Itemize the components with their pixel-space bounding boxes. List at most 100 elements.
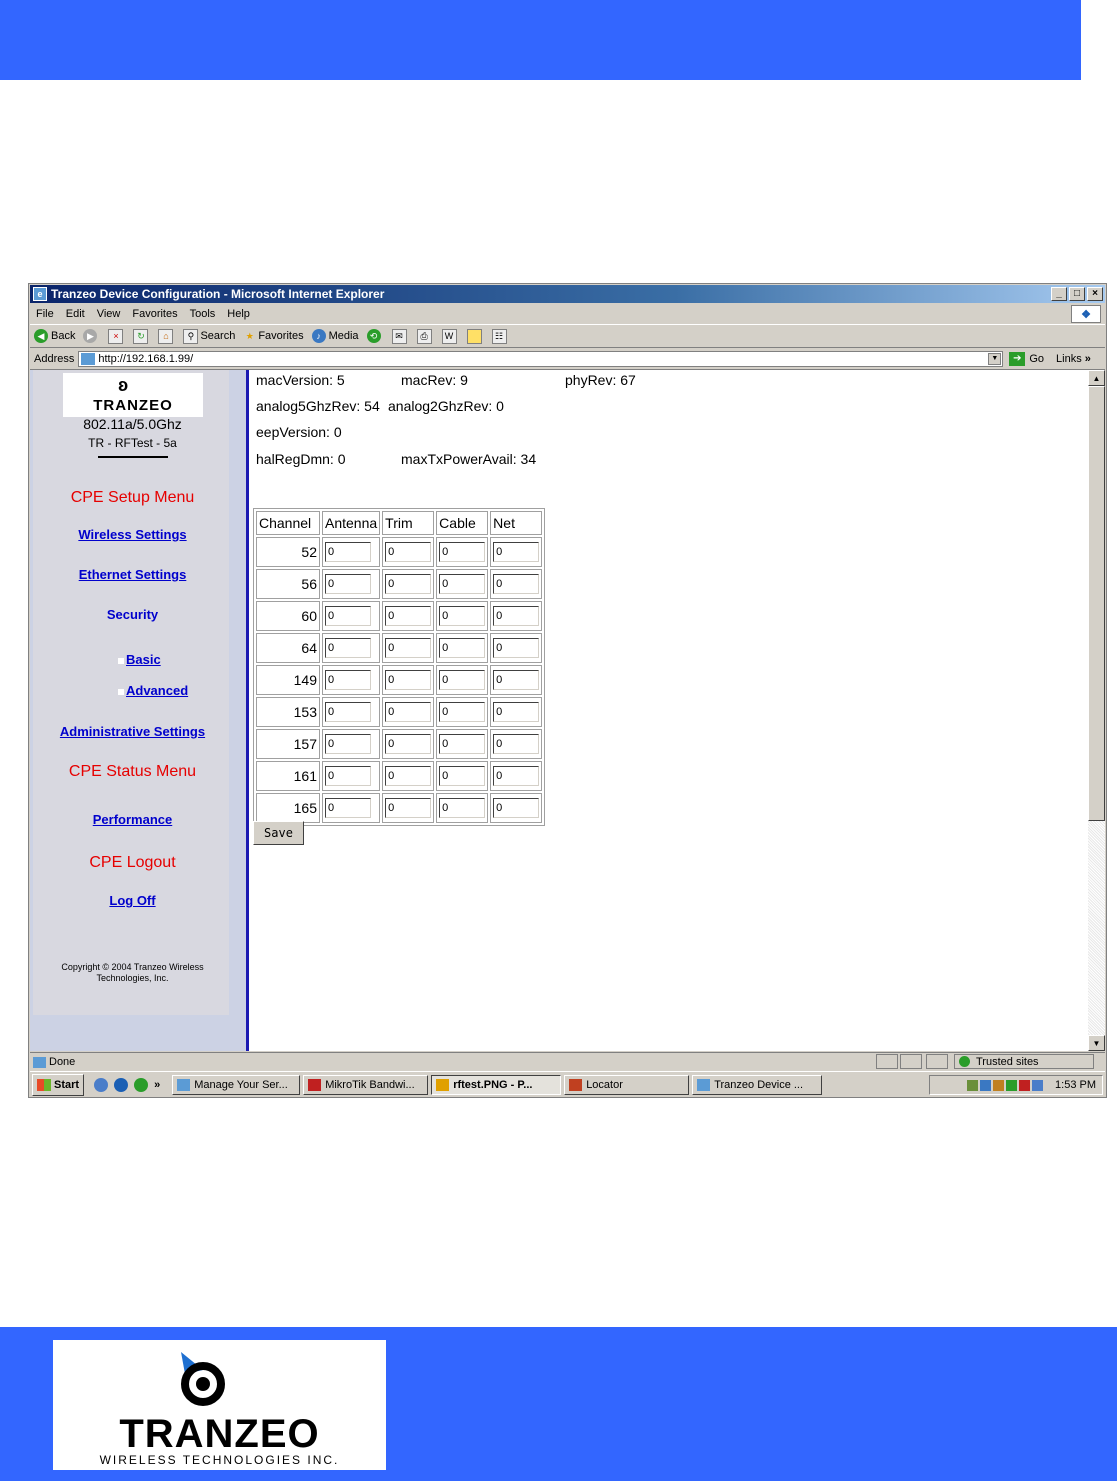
trim-input[interactable] xyxy=(385,606,432,626)
search-button[interactable]: ⚲ Search xyxy=(183,328,235,344)
antenna-input[interactable] xyxy=(325,670,371,690)
trim-input[interactable] xyxy=(385,638,432,658)
log-off-link[interactable]: Log Off xyxy=(33,893,232,908)
menu-tools[interactable]: Tools xyxy=(190,308,216,320)
menu-favorites[interactable]: Favorites xyxy=(132,308,177,320)
minimize-button[interactable]: _ xyxy=(1051,287,1067,301)
ie-launch-icon[interactable] xyxy=(114,1078,129,1092)
tray-messenger-icon[interactable] xyxy=(980,1079,992,1091)
antenna-input[interactable] xyxy=(325,574,371,594)
antenna-input[interactable] xyxy=(325,542,371,562)
net-input[interactable] xyxy=(493,702,540,722)
trim-input[interactable] xyxy=(385,798,432,818)
net-input[interactable] xyxy=(493,734,540,754)
refresh-button[interactable]: ↻ xyxy=(133,328,150,344)
scroll-down-icon[interactable]: ▼ xyxy=(1088,1035,1105,1051)
print-button[interactable]: ⎙ xyxy=(416,328,434,344)
start-button[interactable]: Start xyxy=(32,1074,85,1096)
messenger-button[interactable]: ☷ xyxy=(491,328,509,344)
net-input[interactable] xyxy=(493,542,540,562)
maximize-button[interactable]: □ xyxy=(1069,287,1085,301)
stop-button[interactable]: × xyxy=(108,328,125,344)
cable-input[interactable] xyxy=(439,702,486,722)
menu-edit[interactable]: Edit xyxy=(66,308,85,320)
performance-link[interactable]: Performance xyxy=(33,812,232,827)
scroll-up-icon[interactable]: ▲ xyxy=(1088,370,1105,386)
net-input[interactable] xyxy=(493,798,540,818)
cable-input[interactable] xyxy=(439,638,486,658)
cable-input[interactable] xyxy=(439,574,486,594)
net-input[interactable] xyxy=(493,766,540,786)
net-input[interactable] xyxy=(493,574,540,594)
rf-calibration-table: Channel Antenna Trim Cable Net 525660641… xyxy=(253,508,546,826)
net-input[interactable] xyxy=(493,670,540,690)
printer-icon: ⎙ xyxy=(416,328,432,344)
antenna-input[interactable] xyxy=(325,638,371,658)
address-input[interactable]: http://192.168.1.99/ ▼ xyxy=(78,350,1004,367)
quicklaunch-more[interactable]: » xyxy=(154,1079,160,1091)
channel-cell: 161 xyxy=(256,761,320,791)
tray-update-icon[interactable] xyxy=(993,1079,1005,1091)
tranzeo-logo: ʚ TRANZEO xyxy=(63,373,203,417)
ethernet-settings-link[interactable]: Ethernet Settings xyxy=(33,567,232,582)
net-input[interactable] xyxy=(493,606,540,626)
windows-logo-icon: ❖ xyxy=(1071,305,1101,323)
trim-input[interactable] xyxy=(385,670,432,690)
net-input[interactable] xyxy=(493,638,540,658)
cable-input[interactable] xyxy=(439,734,486,754)
favorites-button[interactable]: ★ Favorites xyxy=(243,330,304,343)
tray-alert-icon[interactable] xyxy=(1019,1079,1031,1091)
menu-help[interactable]: Help xyxy=(227,308,250,320)
trim-input[interactable] xyxy=(385,734,432,754)
basic-link[interactable]: Basic xyxy=(118,652,161,667)
mail-button[interactable]: ✉ xyxy=(391,328,409,344)
trim-input[interactable] xyxy=(385,766,432,786)
cable-input[interactable] xyxy=(439,798,486,818)
links-button[interactable]: Links » xyxy=(1056,353,1091,365)
forward-button[interactable]: ▶ xyxy=(83,329,100,343)
vertical-scrollbar[interactable]: ▲ ▼ xyxy=(1088,370,1105,1051)
menu-file[interactable]: File xyxy=(36,308,54,320)
media-button[interactable]: ♪ Media xyxy=(311,329,359,343)
trim-input[interactable] xyxy=(385,574,432,594)
task-tranzeo-ie[interactable]: Tranzeo Device ... xyxy=(692,1075,823,1095)
history-button[interactable]: ⟲ xyxy=(366,329,384,343)
tray-network-icon[interactable] xyxy=(967,1079,979,1091)
tray-antivirus-icon[interactable] xyxy=(1006,1079,1018,1091)
menu-view[interactable]: View xyxy=(97,308,121,320)
cable-input[interactable] xyxy=(439,766,486,786)
media-player-icon[interactable] xyxy=(134,1078,149,1092)
cable-input[interactable] xyxy=(439,542,486,562)
antenna-input[interactable] xyxy=(325,734,371,754)
save-button[interactable]: Save xyxy=(253,821,304,845)
task-manage-your-server[interactable]: Manage Your Ser... xyxy=(172,1075,301,1095)
back-button[interactable]: ◀ Back xyxy=(34,329,75,343)
home-button[interactable]: ⌂ xyxy=(158,328,175,344)
discuss-button[interactable] xyxy=(466,328,484,344)
desktop-icon[interactable] xyxy=(94,1078,109,1092)
tray-volume-icon[interactable] xyxy=(1032,1079,1044,1091)
go-button[interactable]: ➔ Go xyxy=(1009,351,1044,366)
task-mikrotik[interactable]: MikroTik Bandwi... xyxy=(303,1075,429,1095)
advanced-link[interactable]: Advanced xyxy=(118,683,188,698)
address-dropdown-icon[interactable]: ▼ xyxy=(988,352,1002,365)
table-row: 56 xyxy=(256,569,543,599)
task-rftest-paint[interactable]: rftest.PNG - P... xyxy=(431,1075,562,1095)
scroll-thumb[interactable] xyxy=(1088,386,1105,821)
trim-input[interactable] xyxy=(385,542,432,562)
antenna-input[interactable] xyxy=(325,798,371,818)
wireless-settings-link[interactable]: Wireless Settings xyxy=(33,527,232,542)
col-channel: Channel xyxy=(256,511,320,535)
cable-input[interactable] xyxy=(439,606,486,626)
cable-cell xyxy=(436,729,489,759)
trim-input[interactable] xyxy=(385,702,432,722)
close-button[interactable]: × xyxy=(1087,287,1103,301)
antenna-input[interactable] xyxy=(325,702,371,722)
antenna-input[interactable] xyxy=(325,606,371,626)
cable-input[interactable] xyxy=(439,670,486,690)
edit-button[interactable]: W xyxy=(441,328,459,344)
administrative-settings-link[interactable]: Administrative Settings xyxy=(33,724,232,739)
hal-reg-dmn: halRegDmn: 0 xyxy=(256,451,346,467)
task-locator[interactable]: Locator xyxy=(564,1075,690,1095)
antenna-input[interactable] xyxy=(325,766,371,786)
